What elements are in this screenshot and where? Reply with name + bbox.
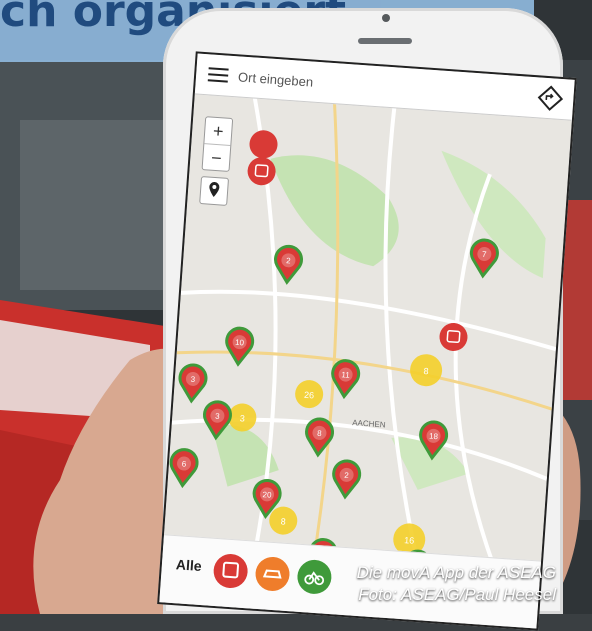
front-camera	[382, 14, 390, 22]
zoom-out-button[interactable]: −	[203, 144, 231, 172]
hamburger-menu-icon[interactable]	[207, 67, 229, 83]
location-search-input[interactable]: Ort eingeben	[238, 69, 538, 105]
svg-text:3: 3	[239, 413, 245, 423]
location-pin-icon	[209, 181, 220, 197]
directions-icon[interactable]	[537, 84, 565, 112]
zoom-control: + −	[201, 116, 234, 172]
pin-label: 11	[341, 370, 350, 380]
app-screen: AACHEN 8 26 3 16 8 721031138182620610	[157, 51, 577, 631]
car-icon	[262, 569, 282, 579]
pin-label: 18	[429, 432, 439, 442]
pin-label: 10	[235, 338, 245, 348]
svg-text:8: 8	[423, 366, 429, 376]
svg-text:8: 8	[280, 516, 286, 526]
svg-text:16: 16	[404, 535, 415, 546]
earpiece-speaker	[358, 38, 412, 44]
zoom-in-button[interactable]: +	[204, 117, 233, 146]
photo-caption: Die movA App der ASEAG Foto: ASEAG/Paul …	[357, 562, 556, 606]
filter-all-button[interactable]: Alle	[175, 556, 202, 574]
svg-text:26: 26	[304, 390, 315, 401]
bicycle-icon	[304, 571, 325, 586]
bus-filter-button[interactable]	[212, 552, 249, 590]
caption-line-1: Die movA App der ASEAG	[356, 563, 556, 582]
pin-label: 20	[262, 490, 272, 500]
locate-me-button[interactable]	[199, 176, 230, 206]
bike-filter-button[interactable]	[296, 558, 333, 596]
bus-icon	[222, 561, 240, 579]
caption-line-2: Foto: ASEAG/Paul Heesel	[358, 585, 556, 604]
car-filter-button[interactable]	[254, 555, 291, 593]
